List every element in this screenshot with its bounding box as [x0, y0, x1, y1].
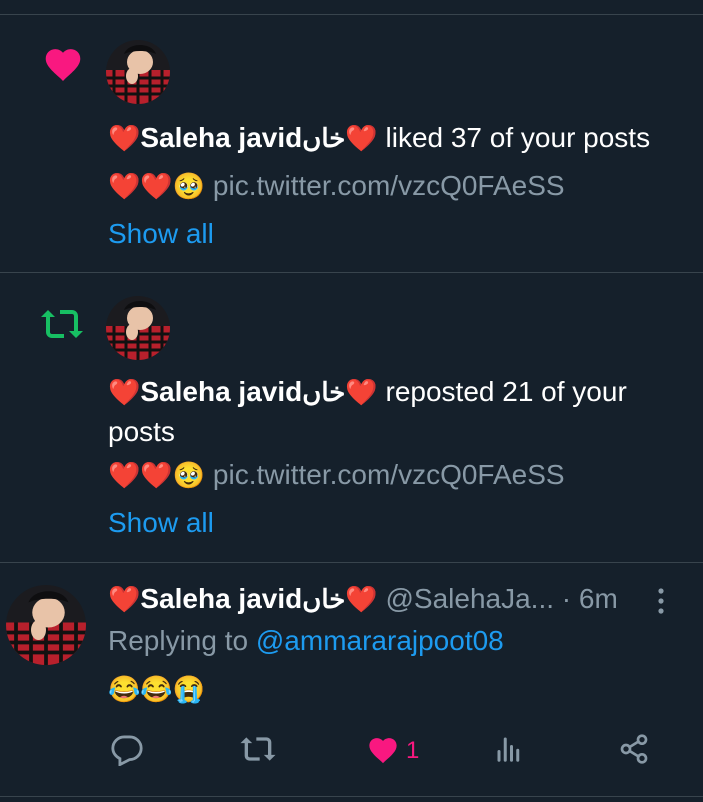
action-text: reposted 21 of your: [377, 376, 627, 407]
name-suffix: خاں❤️: [302, 377, 378, 407]
retweet-button[interactable]: [238, 733, 278, 769]
user-handle[interactable]: @SalehaJa...: [378, 583, 554, 614]
analytics-icon: [494, 734, 524, 769]
repost-notification[interactable]: ❤️Saleha javidخاں❤️ reposted 21 of your …: [0, 0, 703, 562]
share-icon: [618, 733, 650, 770]
timestamp[interactable]: · 6m: [554, 583, 618, 614]
mention-link[interactable]: @ammararajpoot08: [256, 625, 504, 656]
avatar[interactable]: [6, 585, 86, 665]
user-name[interactable]: Saleha javid: [140, 376, 302, 407]
like-button[interactable]: 1: [366, 733, 419, 769]
avatar[interactable]: [106, 296, 170, 360]
replying-label: Replying to: [108, 625, 256, 656]
retweet-icon: [38, 306, 86, 347]
show-all-link[interactable]: Show all: [108, 505, 214, 541]
preview-link[interactable]: pic.twitter.com/vzcQ0FAeSS: [205, 459, 565, 490]
name-suffix: خاں❤️: [302, 584, 378, 614]
post-preview[interactable]: ❤️❤️🥹 pic.twitter.com/vzcQ0FAeSS: [108, 457, 565, 493]
reply-button[interactable]: [110, 733, 144, 769]
user-name[interactable]: Saleha javid: [140, 583, 302, 614]
heart-emoji: ❤️: [108, 584, 141, 614]
action-text-continued: posts: [108, 416, 175, 447]
retweet-icon: [238, 734, 278, 769]
replying-to: Replying to @ammararajpoot08: [108, 623, 504, 659]
views-button[interactable]: [494, 733, 524, 769]
tweet-header: ❤️Saleha javidخاں❤️ @SalehaJa... · 6m: [108, 581, 618, 617]
preview-emoji: ❤️❤️🥹: [108, 460, 206, 490]
heart-emoji: ❤️: [108, 377, 141, 407]
like-count: 1: [406, 737, 420, 764]
heart-icon: [366, 734, 400, 769]
notification-text: ❤️Saleha javidخاں❤️ reposted 21 of your: [108, 374, 627, 410]
share-button[interactable]: [618, 733, 650, 769]
reply-icon: [110, 732, 144, 771]
more-options-icon[interactable]: [654, 587, 668, 620]
reply-tweet[interactable]: ❤️Saleha javidخاں❤️ @SalehaJa... · 6m Re…: [0, 563, 703, 796]
tweet-body: 😂😂😭: [108, 674, 206, 704]
divider: [0, 796, 703, 797]
